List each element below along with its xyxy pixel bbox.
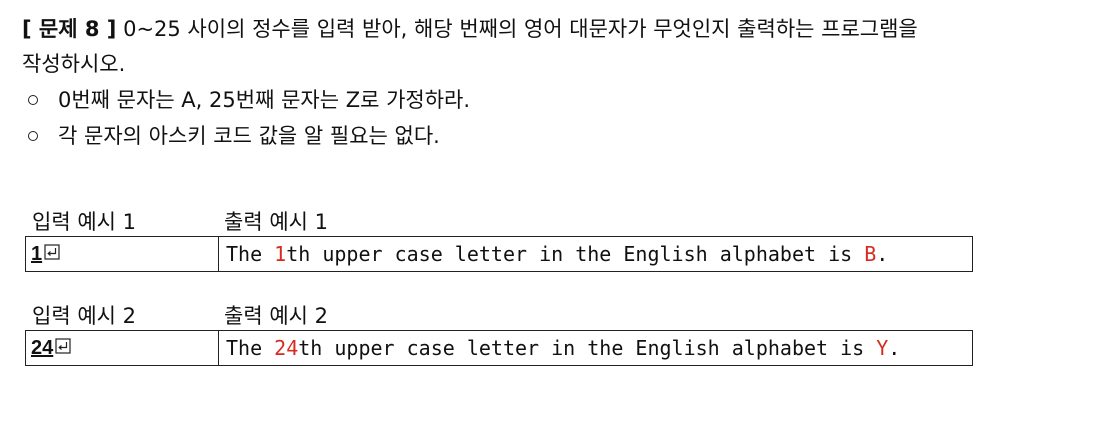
problem-statement: [ 문제 8 ] 0~25 사이의 정수를 입력 받아, 해당 번째의 영어 대… [22,12,1102,154]
problem-text-line1: 0~25 사이의 정수를 입력 받아, 해당 번째의 영어 대문자가 무엇인지 … [123,17,918,41]
condition-list: 0번째 문자는 A, 25번째 문자는 Z로 가정하라. 각 문자의 아스키 코… [22,82,1102,154]
condition-item: 0번째 문자는 A, 25번째 문자는 Z로 가정하라. [22,82,1102,118]
input-example-label: 입력 예시 2 [32,304,136,328]
condition-text: 각 문자의 아스키 코드 값을 알 필요는 없다. [58,124,440,148]
input-value: 24 [31,336,54,359]
output-text: . [888,336,901,360]
bullet-circle-icon [28,95,38,105]
condition-text: 0번째 문자는 A, 25번째 문자는 Z로 가정하라. [58,88,471,112]
example-2: 입력 예시 2 출력 예시 2 24 The 24th upper case l… [25,304,973,366]
problem-text-line2: 작성하시오. [22,52,126,76]
problem-header: [ 문제 8 ] [22,17,117,41]
output-number: 1 [274,242,287,266]
bullet-circle-icon [28,131,38,141]
problem-text: [ 문제 8 ] 0~25 사이의 정수를 입력 받아, 해당 번째의 영어 대… [22,12,1102,82]
output-text: th upper case letter in the English alph… [298,336,877,360]
output-letter: Y [876,336,889,360]
output-text: The [226,242,275,266]
example-row: 1 The 1th upper case letter in the Engli… [25,236,973,272]
output-number: 24 [274,336,299,360]
example-row: 24 The 24th upper case letter in the Eng… [25,330,973,366]
enter-return-icon [44,243,60,266]
output-cell: The 1th upper case letter in the English… [219,237,888,271]
output-text: th upper case letter in the English alph… [286,242,865,266]
output-text: The [226,336,275,360]
output-example-label: 출력 예시 1 [224,210,328,234]
output-example-label: 출력 예시 2 [224,304,328,328]
enter-return-icon [55,337,71,360]
output-cell: The 24th upper case letter in the Englis… [219,331,900,365]
example-labels: 입력 예시 2 출력 예시 2 [25,304,973,330]
output-letter: B [864,242,877,266]
example-labels: 입력 예시 1 출력 예시 1 [25,210,973,236]
input-cell: 1 [26,237,219,271]
output-text: . [876,242,889,266]
input-cell: 24 [26,331,219,365]
example-1: 입력 예시 1 출력 예시 1 1 The 1th upper case let… [25,210,973,272]
input-example-label: 입력 예시 1 [32,210,136,234]
input-value: 1 [31,242,43,265]
condition-item: 각 문자의 아스키 코드 값을 알 필요는 없다. [22,118,1102,154]
